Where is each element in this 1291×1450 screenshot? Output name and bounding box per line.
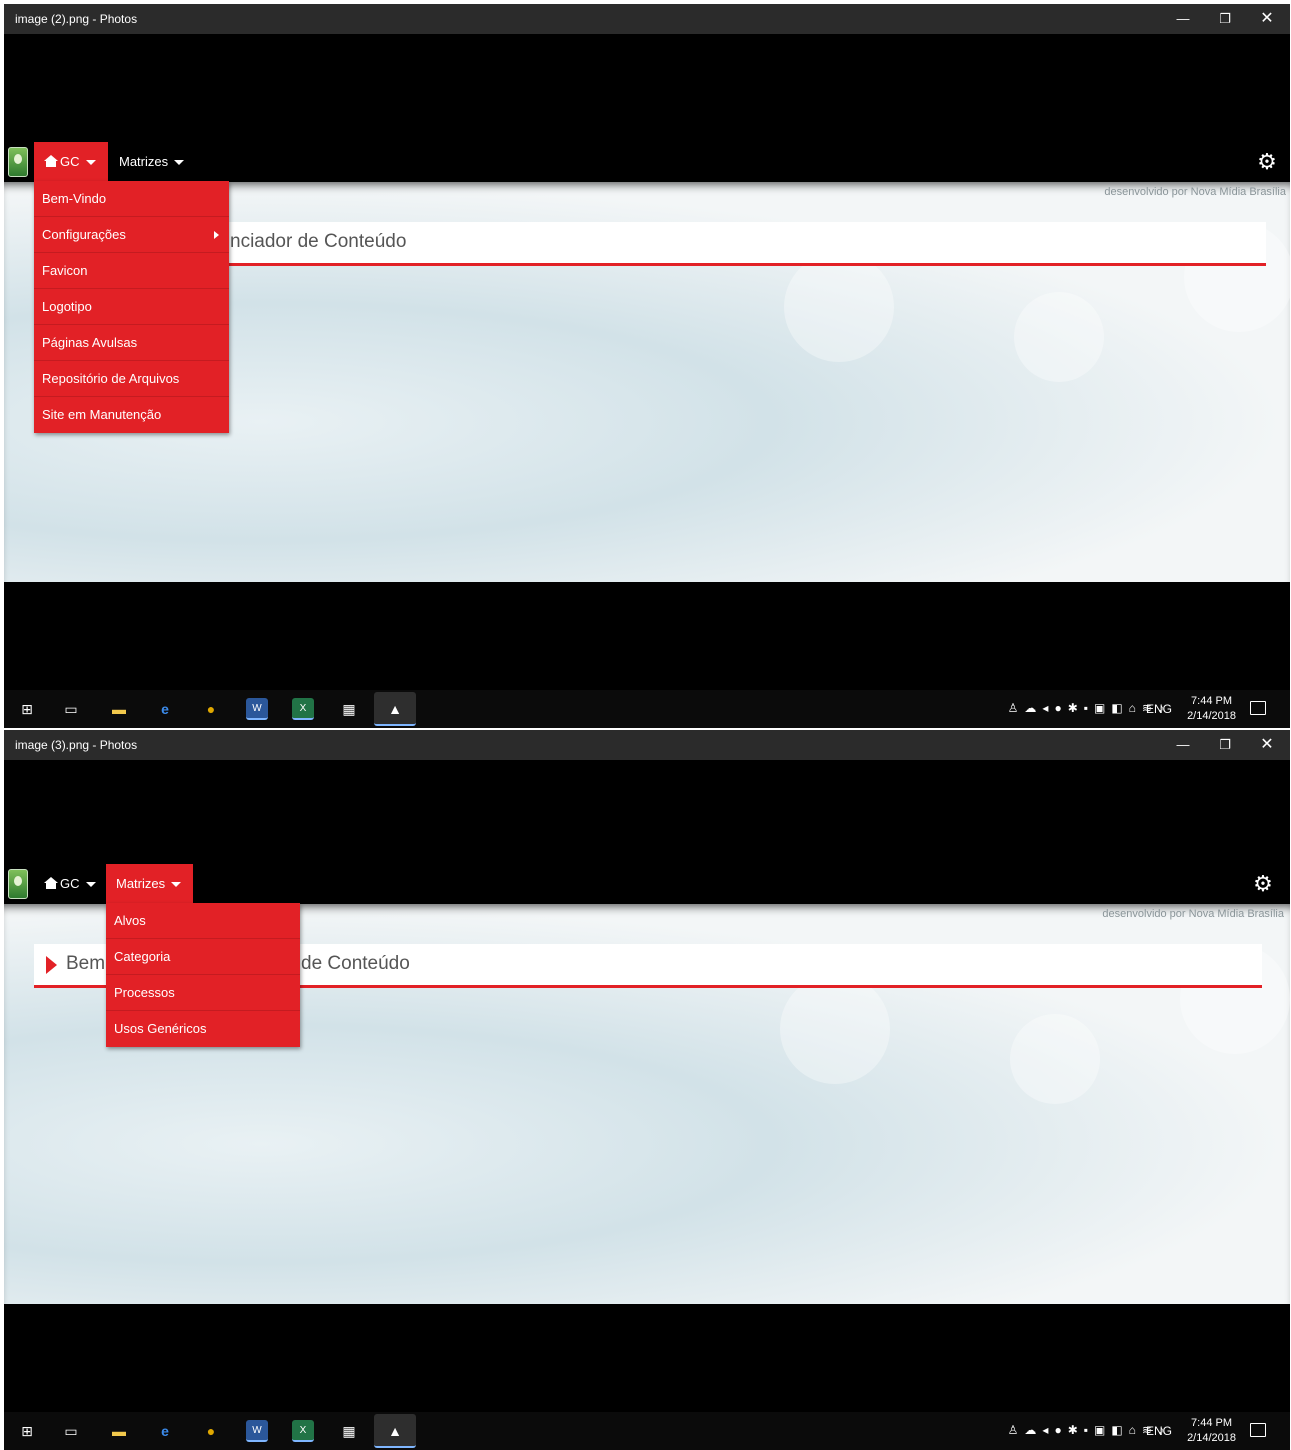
photos-window-1: image (2).png - Photos — ❐ ✕ GC Matrizes…	[4, 4, 1290, 728]
matrizes-dropdown-menu: Alvos Categoria Processos Usos Genéricos	[106, 903, 300, 1047]
nav-gc[interactable]: GC	[34, 864, 108, 904]
maximize-button[interactable]: ❐	[1210, 734, 1240, 756]
menu-item-categoria[interactable]: Categoria	[106, 939, 300, 975]
gear-icon[interactable]: ⚙	[1252, 873, 1274, 895]
menu-item-repositorio[interactable]: Repositório de Arquivos	[34, 361, 229, 397]
caret-right-icon	[46, 956, 57, 974]
language-indicator[interactable]: ENG	[1146, 1424, 1172, 1438]
minimize-button[interactable]: —	[1168, 734, 1198, 756]
background-bubble	[784, 252, 894, 362]
word-icon[interactable]: W	[246, 1420, 268, 1442]
clock[interactable]: 7:44 PM 2/14/2018	[1187, 694, 1236, 724]
menu-item-bem-vindo[interactable]: Bem-Vindo	[34, 181, 229, 217]
site-logo[interactable]	[8, 869, 28, 899]
windows-start-icon[interactable]: ⊞	[16, 1420, 38, 1442]
chevron-down-icon	[85, 882, 96, 888]
menu-item-favicon[interactable]: Favicon	[34, 253, 229, 289]
photo-viewport: GC Matrizes ⚙ desenvolvido por Nova Mídi…	[4, 34, 1290, 684]
clock[interactable]: 7:44 PM 2/14/2018	[1187, 1416, 1236, 1446]
task-view-icon[interactable]: ▭	[60, 1420, 82, 1442]
menu-item-processos[interactable]: Processos	[106, 975, 300, 1011]
close-button[interactable]: ✕	[1252, 734, 1282, 756]
photos-icon[interactable]: ▲	[374, 692, 416, 726]
page-title: de Conteúdo	[301, 953, 410, 974]
edge-icon[interactable]: e	[154, 698, 176, 720]
chevron-down-icon	[85, 160, 96, 166]
title-bar: image (3).png - Photos — ❐ ✕	[4, 730, 1290, 760]
site-logo[interactable]	[8, 147, 28, 177]
menu-item-manutencao[interactable]: Site em Manutenção	[34, 397, 229, 433]
clock-time: 7:44 PM	[1191, 1417, 1233, 1429]
menu-item-logotipo[interactable]: Logotipo	[34, 289, 229, 325]
clock-date: 2/14/2018	[1187, 710, 1236, 722]
title-bar: image (2).png - Photos — ❐ ✕	[4, 4, 1290, 34]
page-title: nciador de Conteúdo	[230, 231, 407, 252]
nav-gc-label: GC	[60, 154, 80, 169]
chevron-down-icon	[171, 882, 182, 888]
windows-start-icon[interactable]: ⊞	[16, 698, 38, 720]
gc-dropdown-menu: Bem-Vindo Configurações Favicon Logotipo…	[34, 181, 229, 433]
home-icon	[44, 155, 58, 167]
window-title: image (2).png - Photos	[15, 12, 138, 26]
menu-item-label: Configurações	[42, 227, 126, 242]
chrome-icon[interactable]: ●	[200, 1420, 222, 1442]
menu-item-paginas-avulsas[interactable]: Páginas Avulsas	[34, 325, 229, 361]
menu-item-configuracoes[interactable]: Configurações	[34, 217, 229, 253]
credit-text[interactable]: desenvolvido por Nova Mídia Brasília	[1102, 908, 1284, 920]
word-icon[interactable]: W	[246, 698, 268, 720]
taskbar: ⊞ ▭ ▬ e ● W X ▦ ▲ ♙☁◂●✱▪▣◧⌂≋♪ ENG 7:44 P…	[4, 1412, 1290, 1450]
nav-matrizes[interactable]: Matrizes	[109, 142, 196, 182]
notification-icon[interactable]	[1250, 701, 1266, 715]
background-bubble	[1014, 292, 1104, 382]
calculator-icon[interactable]: ▦	[338, 1420, 360, 1442]
nav-matrizes-label: Matrizes	[119, 154, 169, 169]
taskbar: ⊞ ▭ ▬ e ● W X ▦ ▲ ♙☁◂●✱▪▣◧⌂≋♪ ENG 7:44 P…	[4, 690, 1290, 728]
nav-gc[interactable]: GC	[34, 142, 108, 182]
clock-time: 7:44 PM	[1191, 695, 1233, 707]
gear-icon[interactable]: ⚙	[1256, 151, 1278, 173]
excel-icon[interactable]: X	[292, 1420, 314, 1442]
photo-viewport: GC Matrizes ⚙ desenvolvido por Nova Mídi…	[4, 760, 1290, 1406]
background-bubble	[1010, 1014, 1100, 1104]
site-navbar: GC Matrizes ⚙	[4, 864, 1290, 904]
minimize-button[interactable]: —	[1168, 8, 1198, 30]
nav-matrizes[interactable]: Matrizes	[106, 864, 194, 904]
maximize-button[interactable]: ❐	[1210, 8, 1240, 30]
site-navbar: GC Matrizes ⚙	[4, 142, 1290, 182]
edge-icon[interactable]: e	[154, 1420, 176, 1442]
window-title: image (3).png - Photos	[15, 738, 138, 752]
home-icon	[44, 877, 58, 889]
page-title-left: Bem	[66, 953, 106, 974]
nav-matrizes-label: Matrizes	[116, 876, 166, 891]
notification-icon[interactable]	[1250, 1423, 1266, 1437]
close-button[interactable]: ✕	[1252, 8, 1282, 30]
photos-window-2: image (3).png - Photos — ❐ ✕ GC Matrizes…	[4, 730, 1290, 1450]
calculator-icon[interactable]: ▦	[338, 698, 360, 720]
caret-right-icon	[214, 231, 219, 239]
menu-item-alvos[interactable]: Alvos	[106, 903, 300, 939]
chevron-down-icon	[174, 160, 185, 166]
nav-gc-label: GC	[60, 876, 80, 891]
file-explorer-icon[interactable]: ▬	[108, 698, 130, 720]
chrome-icon[interactable]: ●	[200, 698, 222, 720]
excel-icon[interactable]: X	[292, 698, 314, 720]
clock-date: 2/14/2018	[1187, 1432, 1236, 1444]
photos-icon[interactable]: ▲	[374, 1414, 416, 1448]
task-view-icon[interactable]: ▭	[60, 698, 82, 720]
background-bubble	[780, 974, 890, 1084]
language-indicator[interactable]: ENG	[1146, 702, 1172, 716]
menu-item-usos-genericos[interactable]: Usos Genéricos	[106, 1011, 300, 1047]
file-explorer-icon[interactable]: ▬	[108, 1420, 130, 1442]
credit-text[interactable]: desenvolvido por Nova Mídia Brasília	[1104, 186, 1286, 198]
